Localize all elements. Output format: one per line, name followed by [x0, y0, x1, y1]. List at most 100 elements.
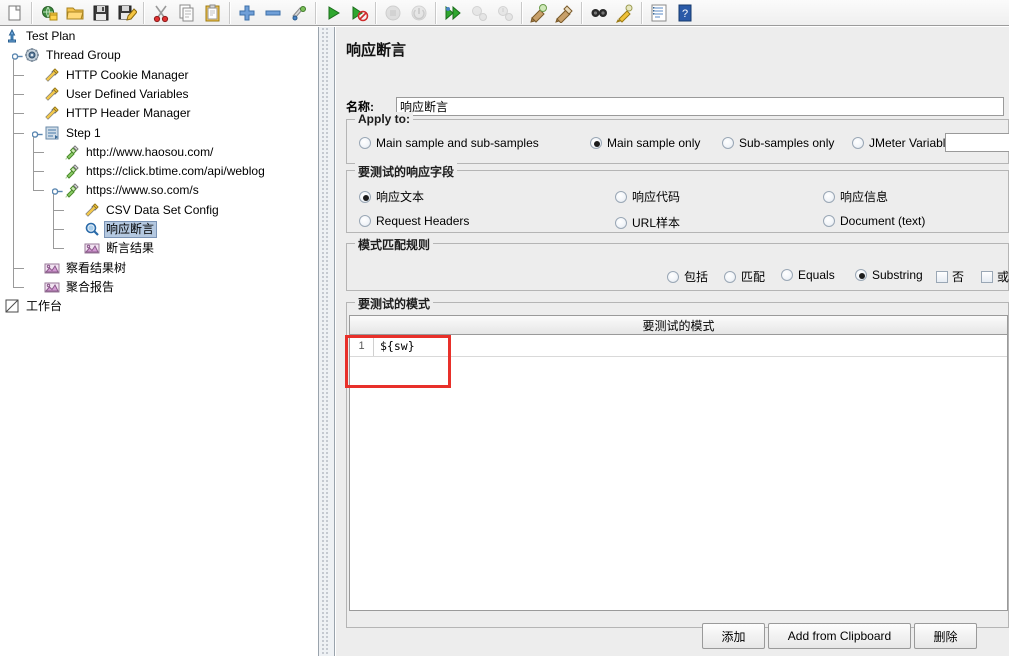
new-icon[interactable]: [3, 1, 27, 25]
save-icon[interactable]: [89, 1, 113, 25]
start-remote-icon[interactable]: [441, 1, 465, 25]
radio-contains[interactable]: 包括: [667, 268, 708, 285]
radio-jmeter-variable[interactable]: JMeter Variable: [852, 136, 952, 150]
radio-document-text[interactable]: Document (text): [823, 214, 925, 228]
patterns-table-header[interactable]: 要测试的模式: [350, 316, 1007, 335]
add-from-clipboard-button[interactable]: Add from Clipboard: [768, 623, 911, 649]
radio-indicator[interactable]: [781, 269, 793, 281]
radio-indicator[interactable]: [724, 270, 736, 283]
save-as-icon[interactable]: [115, 1, 139, 25]
clear-all-icon[interactable]: [553, 1, 577, 25]
tree-node[interactable]: https://www.so.com/s: [64, 181, 202, 200]
test-plan-tree[interactable]: Test Plan Thread Group HTTP Cookie Manager…: [0, 27, 318, 656]
row-value[interactable]: ${sw}: [374, 339, 415, 353]
option-label: Request Headers: [376, 214, 470, 228]
radio-indicator[interactable]: [823, 190, 835, 203]
help-icon[interactable]: ?: [673, 1, 697, 25]
radio-indicator[interactable]: [722, 137, 734, 149]
option-label: 响应文本: [376, 190, 425, 204]
radio-indicator[interactable]: [667, 270, 679, 283]
toolbar-separator: [31, 1, 33, 24]
checkbox-or[interactable]: 或者: [981, 268, 1009, 285]
tree-node[interactable]: https://click.btime.com/api/weblog: [64, 162, 268, 181]
splitter-grip[interactable]: [321, 27, 329, 656]
cut-icon[interactable]: [149, 1, 173, 25]
function-helper-icon[interactable]: [647, 1, 671, 25]
config-icon: [44, 86, 61, 103]
tree-node[interactable]: 工作台: [4, 297, 65, 316]
row-number: 1: [350, 335, 374, 356]
tree-node[interactable]: 聚合报告: [44, 278, 117, 297]
collapse-all-icon[interactable]: [261, 1, 285, 25]
radio-indicator[interactable]: [359, 137, 371, 149]
panel-splitter[interactable]: [318, 27, 335, 656]
tree-node[interactable]: Thread Group: [24, 46, 124, 65]
start-icon[interactable]: [321, 1, 345, 25]
radio-indicator[interactable]: [823, 215, 835, 227]
search-icon[interactable]: [587, 1, 611, 25]
tree-node[interactable]: HTTP Cookie Manager: [44, 66, 192, 85]
copy-icon[interactable]: [175, 1, 199, 25]
tree-node-label: 断言结果: [106, 241, 155, 256]
tree-node-label: 工作台: [26, 299, 63, 314]
tree-node[interactable]: 察看结果树: [44, 259, 129, 278]
radio-indicator[interactable]: [615, 216, 627, 229]
radio-equals[interactable]: Equals: [781, 268, 835, 282]
radio-request-headers[interactable]: Request Headers: [359, 214, 469, 228]
radio-main-sample-and-sub-samples[interactable]: Main sample and sub-samples: [359, 136, 539, 150]
svg-text:?: ?: [682, 8, 688, 20]
shutdown-remote-icon: [493, 1, 517, 25]
toolbar-separator: [143, 1, 145, 24]
tree-node-label: 聚合报告: [66, 279, 115, 294]
tree-node[interactable]: 响应断言: [84, 220, 158, 239]
tree-node[interactable]: CSV Data Set Config: [84, 201, 222, 220]
listener-icon: [84, 240, 101, 257]
tree-node-label: http://www.haosou.com/: [86, 144, 214, 159]
radio-response-text[interactable]: 响应文本: [359, 188, 424, 205]
name-input[interactable]: [396, 97, 1004, 116]
paste-icon[interactable]: [201, 1, 225, 25]
tree-node[interactable]: Test Plan: [4, 27, 78, 46]
radio-sub-samples-only[interactable]: Sub-samples only: [722, 136, 834, 150]
jmeter-variable-input[interactable]: [945, 133, 1009, 152]
checkbox-indicator[interactable]: [936, 270, 948, 283]
checkbox-indicator[interactable]: [981, 270, 993, 283]
toolbar-separator: [581, 1, 583, 24]
toolbar-separator: [229, 1, 231, 24]
radio-indicator[interactable]: [590, 137, 602, 149]
start-no-pauses-icon[interactable]: [347, 1, 371, 25]
add-button[interactable]: 添加: [702, 623, 765, 649]
checkbox-not[interactable]: 否: [936, 268, 964, 285]
templates-icon[interactable]: [37, 1, 61, 25]
radio-response-code[interactable]: 响应代码: [615, 188, 680, 205]
open-icon[interactable]: [63, 1, 87, 25]
tree-node[interactable]: http://www.haosou.com/: [64, 143, 216, 162]
radio-response-message[interactable]: 响应信息: [823, 188, 888, 205]
table-row[interactable]: 1 ${sw}: [350, 335, 1007, 357]
radio-matches[interactable]: 匹配: [724, 268, 765, 285]
radio-main-sample-only[interactable]: Main sample only: [590, 136, 700, 150]
radio-substring[interactable]: Substring: [855, 268, 923, 282]
radio-indicator[interactable]: [359, 190, 371, 203]
clear-icon[interactable]: [527, 1, 551, 25]
radio-indicator[interactable]: [855, 269, 867, 281]
patterns-table[interactable]: 要测试的模式 1 ${sw}: [349, 315, 1008, 611]
apply-to-group: Apply to: Main sample and sub-samples Ma…: [346, 112, 1009, 164]
radio-indicator[interactable]: [615, 190, 627, 203]
tree-node[interactable]: Step 1: [44, 124, 104, 143]
option-label: Main sample and sub-samples: [376, 136, 539, 150]
expand-all-icon[interactable]: [235, 1, 259, 25]
tree-node[interactable]: User Defined Variables: [44, 85, 192, 104]
radio-indicator[interactable]: [852, 137, 864, 149]
reset-search-icon[interactable]: [613, 1, 637, 25]
delete-button[interactable]: 删除: [914, 623, 977, 649]
toggle-icon[interactable]: [287, 1, 311, 25]
radio-url-sample[interactable]: URL样本: [615, 214, 680, 231]
apply-to-title: Apply to:: [355, 112, 413, 126]
radio-indicator[interactable]: [359, 215, 371, 227]
assertion-icon: [84, 221, 101, 238]
toolbar-separator: [315, 1, 317, 24]
tree-node[interactable]: 断言结果: [84, 239, 157, 258]
tree-node[interactable]: HTTP Header Manager: [44, 104, 194, 123]
option-label: JMeter Variable: [869, 136, 953, 150]
